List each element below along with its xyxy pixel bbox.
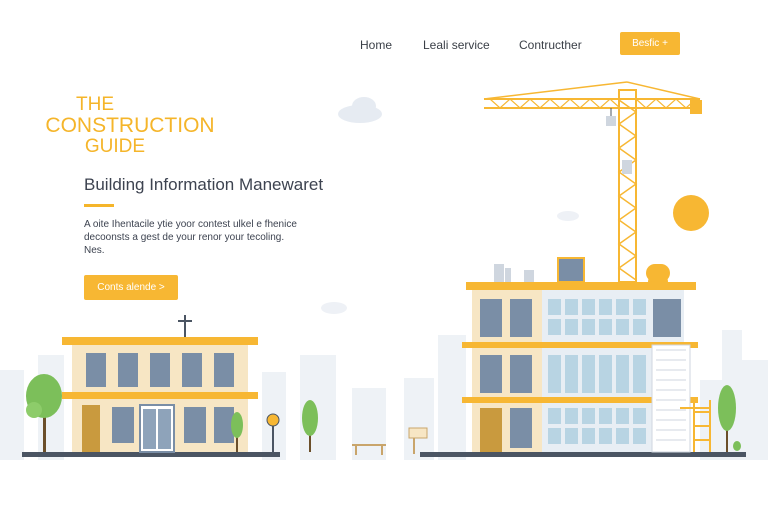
hero-cta-button[interactable]: Conts alende > (84, 275, 178, 300)
crane-hook (606, 116, 616, 126)
brand-line: CONSTRUCTION (45, 113, 215, 137)
cloud-icon (338, 97, 382, 123)
bench-icon (352, 444, 386, 455)
description-line: Nes. (84, 245, 105, 256)
hero-description: A oite Ihentacile ytie yoor contest ulke… (84, 218, 384, 257)
sign-icon (408, 427, 428, 454)
right-building (462, 257, 711, 453)
nav-link-home[interactable]: Home (360, 38, 392, 52)
tree-icon (718, 385, 736, 452)
sun-icon (673, 195, 709, 231)
description-line: A oite Ihentacile ytie yoor contest ulke… (84, 219, 297, 230)
cloud-icon (321, 302, 347, 314)
headline-divider (84, 204, 114, 207)
crane-icon (483, 81, 701, 283)
tree-icon (26, 374, 62, 452)
cloud-icon (557, 211, 579, 221)
left-building (62, 315, 258, 453)
tree-icon (231, 412, 243, 452)
crane-counterweight (690, 100, 702, 114)
brand-line: GUIDE (84, 135, 146, 157)
nav-cta-button[interactable]: Besfic + (620, 32, 680, 55)
description-line: decoonsts a gest de your renor your teco… (84, 232, 285, 243)
hero-headline: Building Information Manewaret (84, 175, 324, 194)
nav-link-services[interactable]: Leali service (423, 38, 490, 52)
tree-icon (302, 400, 318, 452)
crane-cab (622, 160, 632, 174)
ground-line (420, 452, 746, 457)
nav-link-contractor[interactable]: Contructher (519, 38, 582, 52)
brand-line: THE (76, 94, 114, 115)
plant-icon (733, 441, 741, 451)
ground-line (22, 452, 280, 457)
sign-icon (266, 413, 280, 452)
background-skyline (0, 330, 768, 460)
brand-logo: THE CONSTRUCTION GUIDE (30, 95, 230, 157)
